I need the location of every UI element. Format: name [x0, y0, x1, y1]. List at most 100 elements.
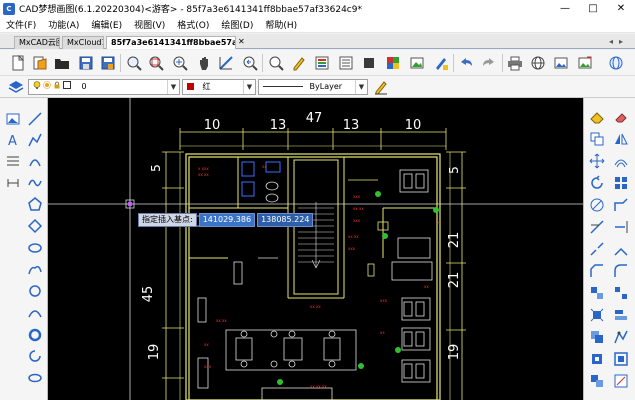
menu-help[interactable]: 帮助(H)	[265, 18, 297, 31]
join-icon[interactable]	[611, 239, 631, 259]
insert-image-icon[interactable]	[407, 53, 427, 73]
explode-icon[interactable]	[587, 305, 607, 325]
export-image-icon[interactable]	[575, 53, 595, 73]
circle-icon[interactable]	[25, 281, 45, 301]
pan-hand-icon[interactable]	[194, 53, 214, 73]
color-select[interactable]: 红 ▼	[182, 79, 256, 95]
menu-format[interactable]: 格式(O)	[177, 18, 209, 31]
maximize-button[interactable]: □	[579, 0, 607, 17]
tab-mxcloud1[interactable]: MxCloud1	[62, 36, 104, 49]
x-coordinate-input[interactable]: 141029.386	[198, 213, 256, 227]
donut-icon[interactable]	[25, 325, 45, 345]
copy-icon[interactable]	[587, 129, 607, 149]
save-icon[interactable]	[76, 53, 96, 73]
draworder-icon[interactable]	[587, 327, 607, 347]
linetype-select[interactable]: ByLayer ▼	[258, 79, 368, 95]
properties-icon[interactable]	[336, 53, 356, 73]
move-icon[interactable]	[587, 151, 607, 171]
rotate-icon[interactable]	[587, 173, 607, 193]
chevron-down-icon[interactable]: ▼	[355, 80, 367, 94]
y-coordinate-input[interactable]: 138085.224	[257, 213, 314, 227]
zoom-window-icon[interactable]	[124, 53, 144, 73]
menu-edit[interactable]: 编辑(E)	[91, 18, 122, 31]
minimize-button[interactable]: —	[551, 0, 579, 17]
web-icon[interactable]	[606, 53, 626, 73]
undo-icon[interactable]	[456, 53, 476, 73]
revcloud-icon[interactable]	[25, 260, 45, 280]
trim-icon[interactable]	[587, 217, 607, 237]
close-tab-icon[interactable]: ✕	[238, 36, 245, 48]
svg-text:xxx: xxx	[348, 246, 356, 251]
dimension-icon[interactable]	[3, 173, 23, 193]
chevron-down-icon[interactable]: ▼	[167, 80, 179, 94]
save-as-icon[interactable]	[98, 53, 118, 73]
pencil-icon[interactable]	[289, 53, 309, 73]
hatch-icon[interactable]	[25, 216, 45, 236]
layer-select[interactable]: 0 ▼	[28, 79, 180, 95]
erase-icon[interactable]	[587, 107, 607, 127]
match-properties-icon[interactable]	[431, 53, 451, 73]
pedit-icon[interactable]	[611, 327, 631, 347]
arc-center-icon[interactable]	[25, 346, 45, 366]
zoom-all-icon[interactable]	[146, 53, 166, 73]
open-folder-icon[interactable]	[52, 53, 72, 73]
menu-view[interactable]: 视图(V)	[134, 18, 165, 31]
standard-toolbar	[0, 50, 635, 76]
wblock-icon[interactable]	[611, 349, 631, 369]
tab-scroll-right-icon[interactable]: ▸	[619, 36, 623, 48]
line-icon[interactable]	[25, 109, 45, 129]
tab-scroll-left-icon[interactable]: ◂	[609, 36, 613, 48]
dim-label-right-1: 5	[447, 166, 461, 174]
layers-icon[interactable]	[6, 77, 26, 97]
tab-active-drawing[interactable]: 85f7a3e6141341ff8bbae57af33624c...	[106, 36, 236, 49]
drawing-canvas[interactable]: 10 13 47 13 10 5 45 19 5 21 21 19 x xxx …	[48, 98, 583, 400]
scale-icon[interactable]	[587, 195, 607, 215]
polygon-icon[interactable]	[25, 194, 45, 214]
ellipse-arc-icon[interactable]	[25, 368, 45, 388]
break-icon[interactable]	[587, 239, 607, 259]
mirror-icon[interactable]	[611, 129, 631, 149]
measure-icon[interactable]	[216, 53, 236, 73]
chamfer-icon[interactable]	[587, 261, 607, 281]
ungroup-icon[interactable]	[611, 283, 631, 303]
toolbar-separator	[502, 54, 503, 72]
eraser-icon[interactable]	[611, 107, 631, 127]
group-icon[interactable]	[587, 283, 607, 303]
tab-mxcad-cloud[interactable]: MxCAD云图	[14, 36, 60, 49]
edit-pencil-icon[interactable]	[371, 77, 391, 97]
extend-icon[interactable]	[611, 217, 631, 237]
menu-file[interactable]: 文件(F)	[6, 18, 36, 31]
menu-function[interactable]: 功能(A)	[48, 18, 79, 31]
block-insert-icon[interactable]	[587, 349, 607, 369]
mtext-icon[interactable]	[3, 151, 23, 171]
purge-icon[interactable]	[587, 371, 607, 391]
open-file-icon[interactable]	[30, 53, 50, 73]
polyline-icon[interactable]	[25, 130, 45, 150]
zoom-previous-icon[interactable]	[240, 53, 260, 73]
palette-icon[interactable]	[383, 53, 403, 73]
arc-3point-icon[interactable]	[25, 303, 45, 323]
redo-icon[interactable]	[479, 53, 499, 73]
offset-icon[interactable]	[611, 151, 631, 171]
cloud-image-icon[interactable]	[551, 53, 571, 73]
array-icon[interactable]	[611, 173, 631, 193]
fillet-icon[interactable]	[611, 261, 631, 281]
new-file-icon[interactable]	[8, 53, 28, 73]
arc-icon[interactable]	[25, 151, 45, 171]
print-icon[interactable]	[505, 53, 525, 73]
chevron-down-icon[interactable]: ▼	[243, 80, 255, 94]
image-icon[interactable]	[3, 109, 23, 129]
globe-icon[interactable]	[528, 53, 548, 73]
layer-manager-icon[interactable]	[312, 53, 332, 73]
menu-draw[interactable]: 绘图(D)	[221, 18, 253, 31]
zoom-in-icon[interactable]	[266, 53, 286, 73]
align-icon[interactable]	[611, 305, 631, 325]
xref-icon[interactable]	[611, 371, 631, 391]
stretch-icon[interactable]	[611, 195, 631, 215]
spline-icon[interactable]	[25, 173, 45, 193]
text-icon[interactable]: A	[3, 130, 23, 150]
close-button[interactable]: ✕	[607, 0, 635, 17]
block-icon[interactable]	[359, 53, 379, 73]
zoom-extents-icon[interactable]	[170, 53, 190, 73]
ellipse-icon[interactable]	[25, 238, 45, 258]
